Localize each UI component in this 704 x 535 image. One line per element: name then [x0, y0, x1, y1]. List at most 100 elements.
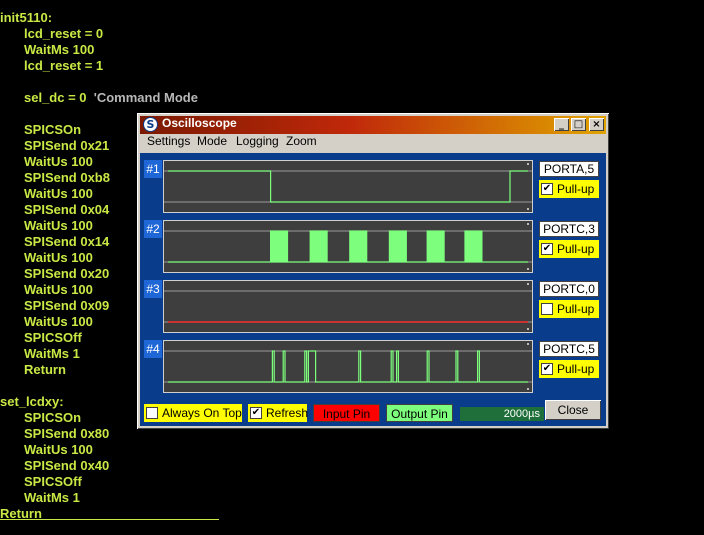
code-line: SPISend 0x21: [0, 138, 109, 154]
code-line: SPISend 0x14: [0, 234, 109, 250]
channel-tag[interactable]: #4: [144, 340, 162, 358]
code-line: SPISend 0x20: [0, 266, 109, 282]
menu-mode[interactable]: Mode: [197, 134, 227, 153]
cursor-underline: [0, 519, 219, 520]
scope-marker: [527, 163, 529, 165]
channel-4-pullup-checkbox[interactable]: ✔ Pull-up: [539, 360, 599, 378]
code-text: WaitUs 100: [24, 442, 93, 457]
code-text: WaitUs 100: [24, 282, 93, 297]
code-text: SPISend 0x09: [24, 298, 110, 313]
code-line: sel_dc = 0 'Command Mode: [0, 90, 198, 106]
code-line: WaitMs 100: [0, 42, 94, 58]
code-text: SPICSOff: [24, 474, 82, 489]
checkbox-icon: ✔: [250, 407, 262, 419]
title-bar[interactable]: S Oscilloscope _ □ ×: [140, 116, 606, 134]
code-line: SPISend 0x40: [0, 458, 109, 474]
menu-zoom[interactable]: Zoom: [286, 134, 317, 153]
channel-3-screen: [163, 280, 533, 333]
channel-2-screen: [163, 220, 533, 273]
channel-tag[interactable]: #3: [144, 280, 162, 298]
code-text: WaitUs 100: [24, 154, 93, 169]
refresh-label: Refresh: [266, 406, 309, 420]
channel-4-screen: [163, 340, 533, 393]
code-text: WaitUs 100: [24, 250, 93, 265]
close-button[interactable]: Close: [545, 400, 601, 420]
code-text: SPISend 0x40: [24, 458, 110, 473]
channel-3-port-field[interactable]: PORTC,0: [539, 281, 599, 297]
code-text: SPISend 0xb8: [24, 170, 110, 185]
channel-tag[interactable]: #1: [144, 160, 162, 178]
checkbox-icon: ✔: [541, 243, 553, 255]
maximize-button[interactable]: □: [571, 118, 586, 131]
code-line: WaitUs 100: [0, 314, 93, 330]
code-line: WaitUs 100: [0, 154, 93, 170]
scope-marker: [527, 388, 529, 390]
code-text: Return: [24, 362, 66, 377]
channel-4-trace: [168, 350, 528, 383]
code-line: SPICSOn: [0, 122, 81, 138]
code-line: lcd_reset = 1: [0, 58, 103, 74]
code-text: WaitMs 1: [24, 346, 80, 361]
channel-2-port-field[interactable]: PORTC,3: [539, 221, 599, 237]
pullup-label: Pull-up: [557, 242, 595, 256]
channel-tag[interactable]: #2: [144, 220, 162, 238]
code-line: set_lcdxy:: [0, 394, 64, 410]
scope-marker: [527, 283, 529, 285]
menu-settings[interactable]: Settings: [147, 134, 190, 153]
menu-bar: Settings Mode Logging Zoom: [140, 134, 606, 153]
channel-1-port-field[interactable]: PORTA,5: [539, 161, 599, 177]
code-text: lcd_reset = 0: [24, 26, 104, 41]
code-text: SPICSOff: [24, 330, 82, 345]
code-text: WaitUs 100: [24, 314, 93, 329]
scope-marker: [527, 223, 529, 225]
code-text: WaitMs 1: [24, 490, 80, 505]
code-text: SPISend 0x21: [24, 138, 110, 153]
code-line: WaitUs 100: [0, 442, 93, 458]
channel-1-pullup-checkbox[interactable]: ✔ Pull-up: [539, 180, 599, 198]
checkbox-icon: [541, 303, 553, 315]
code-text: SPICSOn: [24, 122, 82, 137]
close-window-button[interactable]: ×: [589, 118, 604, 131]
oscilloscope-window: S Oscilloscope _ □ × Settings Mode Loggi…: [137, 113, 609, 429]
code-text: WaitMs 100: [24, 42, 95, 57]
refresh-checkbox[interactable]: ✔ Refresh: [248, 404, 309, 422]
code-line: SPICSOn: [0, 410, 81, 426]
code-text: SPISend 0x14: [24, 234, 110, 249]
code-text: lcd_reset = 1: [24, 58, 104, 73]
code-text: WaitUs 100: [24, 218, 93, 233]
scope-marker: [527, 328, 529, 330]
app-icon[interactable]: S: [143, 117, 158, 132]
channel-4-port-field[interactable]: PORTC,5: [539, 341, 599, 357]
code-line: SPISend 0x09: [0, 298, 109, 314]
code-line: WaitMs 1: [0, 346, 80, 362]
checkbox-icon: ✔: [541, 363, 553, 375]
code-line: WaitUs 100: [0, 186, 93, 202]
always-on-top-label: Always On Top: [162, 406, 242, 420]
pullup-label: Pull-up: [557, 182, 595, 196]
scope-panel: #1 PORTA,5 ✔ Pull-up #2 PORTC,3 ✔ Pull-u…: [140, 153, 606, 426]
code-line: WaitMs 1: [0, 490, 80, 506]
scope-marker: [527, 268, 529, 270]
minimize-button[interactable]: _: [554, 118, 569, 131]
channel-1-trace: [168, 170, 528, 203]
code-text: SPISend 0x04: [24, 202, 110, 217]
menu-logging[interactable]: Logging: [236, 134, 279, 153]
code-text: set_lcdxy:: [0, 394, 64, 409]
scope-marker: [527, 343, 529, 345]
scope-marker: [527, 208, 529, 210]
pullup-label: Pull-up: [557, 302, 595, 316]
code-line: lcd_reset = 0: [0, 26, 103, 42]
code-text: SPICSOn: [24, 410, 82, 425]
checkbox-icon: ✔: [541, 183, 553, 195]
channel-3-pullup-checkbox[interactable]: Pull-up: [539, 300, 599, 318]
always-on-top-checkbox[interactable]: Always On Top: [144, 404, 242, 422]
code-line: SPISend 0x80: [0, 426, 109, 442]
checkbox-icon: [146, 407, 158, 419]
code-line: Return: [0, 362, 66, 378]
channel-2-trace: [168, 230, 528, 263]
code-line: SPISend 0xb8: [0, 170, 110, 186]
window-title: Oscilloscope: [162, 116, 237, 130]
code-line: WaitUs 100: [0, 218, 93, 234]
code-text: SPISend 0x80: [24, 426, 110, 441]
channel-2-pullup-checkbox[interactable]: ✔ Pull-up: [539, 240, 599, 258]
